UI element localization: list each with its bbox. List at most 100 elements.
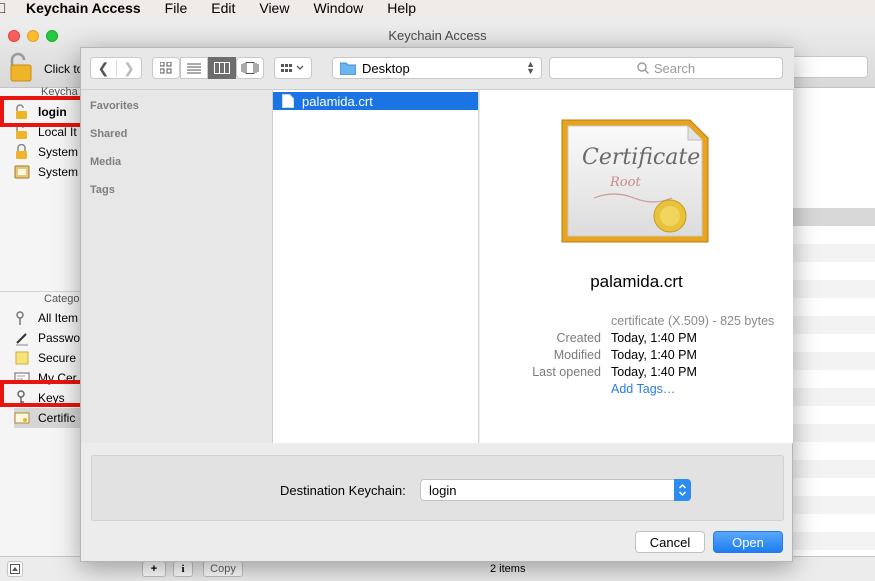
menu-app[interactable]: Keychain Access [10,0,153,16]
sidebar-section-favorites[interactable]: Favorites [90,100,139,112]
sidebar-item-label: System [38,145,79,159]
file-name: palamida.crt [302,93,373,109]
preview-filename: palamida.crt [590,272,683,291]
menu-bar:  Keychain Access File Edit View Window … [0,0,875,16]
show-hide-sidebar-button[interactable] [7,561,23,577]
menu-edit[interactable]: Edit [199,0,247,16]
item-count: 2 items [490,563,526,575]
preview-label: Modified [553,348,601,362]
menu-view[interactable]: View [247,0,301,16]
cabinet-icon [14,164,30,180]
arrange-button[interactable] [274,57,312,79]
search-icon [637,62,649,74]
destination-keychain-value: login [429,482,457,498]
sidebar-section-media[interactable]: Media [90,156,121,168]
add-item-button[interactable]: + [142,561,166,577]
window-title: Keychain Access [388,28,487,43]
document-icon [282,94,294,108]
destination-panel: Destination Keychain: login [91,455,784,521]
category-label: Passwo [38,331,81,345]
view-icons-button[interactable] [152,57,180,79]
preview-pane: Certificate Root palamida.crt certificat… [480,90,793,443]
location-popup[interactable]: Desktop ▲ ▼ [332,57,542,79]
keychain-sidebar: Keycha login Local It System System Cate… [0,86,84,568]
category-passwords[interactable]: Passwo [14,328,84,348]
updown-chevron-icon [674,479,691,501]
add-tags-link[interactable]: Add Tags… [611,382,675,396]
list-row [793,460,875,478]
dialog-toolbar: ❮ ❯ Desktop ▲ ▼ Search [81,48,794,90]
column-view-icon [214,62,230,74]
list-row [793,316,875,334]
apple-menu-icon[interactable]:  [0,0,10,16]
note-icon [14,350,30,366]
sidebar-item-label: System [38,165,79,179]
cert-title-text: Certificate [582,145,700,170]
list-row [793,280,875,298]
locked-padlock-icon [14,143,30,160]
location-label: Desktop [362,60,410,76]
sidebar-divider [0,291,82,292]
list-row [793,496,875,514]
file-column: palamida.crt [273,90,479,443]
folder-icon [340,62,356,75]
arrange-grid-icon [281,64,304,72]
highlight-certificates [0,380,84,407]
back-icon[interactable]: ❮ [91,60,116,77]
menu-window[interactable]: Window [301,0,375,16]
category-label: All Item [38,311,79,325]
keys-icon [14,310,30,326]
menu-file[interactable]: File [153,0,200,16]
file-row-selected[interactable]: palamida.crt [273,92,478,110]
category-label: Certific [38,411,76,425]
get-info-button[interactable]: i [173,561,193,577]
updown-chevron-icon: ▲ ▼ [526,59,535,76]
view-coverflow-button[interactable] [236,57,264,79]
list-header [793,208,875,226]
category-all-items[interactable]: All Item [14,308,84,328]
open-button[interactable]: Open [713,531,783,553]
copy-button[interactable]: Copy [203,561,243,577]
preview-label: Last opened [532,365,601,379]
import-dialog: ❮ ❯ Desktop ▲ ▼ Search Favorites Shared … [80,47,794,562]
list-row [793,352,875,370]
sidebar-section-shared[interactable]: Shared [90,128,127,140]
sidebar-section-tags[interactable]: Tags [90,184,115,196]
preview-value: Today, 1:40 PM [611,331,697,345]
list-row [793,532,875,550]
destination-keychain-label: Destination Keychain: [280,483,406,498]
click-to-lock-label: Click to [44,62,84,76]
category-secure-notes[interactable]: Secure [14,348,84,368]
list-row [793,388,875,406]
icon-view-icon [160,62,172,74]
view-columns-button[interactable] [208,57,236,79]
sidebar-item-label: Local It [38,125,77,139]
category-label: Secure [38,351,77,365]
lock-toggle-icon[interactable] [8,52,34,85]
preview-kind: certificate (X.509) - 825 bytes [611,314,775,328]
menu-help[interactable]: Help [375,0,428,16]
sidebar-item-system-roots[interactable]: System [14,162,84,182]
background-search-field[interactable] [790,56,868,78]
cancel-button[interactable]: Cancel [635,531,705,553]
view-list-button[interactable] [180,57,208,79]
list-row [793,244,875,262]
certificate-preview-icon: Certificate Root [560,116,712,247]
highlight-login [0,96,84,127]
list-view-icon [187,63,201,73]
sidebar-toggle-icon [10,564,20,574]
search-field[interactable]: Search [549,57,783,79]
back-forward-buttons[interactable]: ❮ ❯ [90,57,142,79]
preview-label: Created [556,331,601,345]
certificate-icon [14,410,30,426]
category-header: Catego [44,293,80,305]
pencil-icon [14,330,30,346]
list-row [793,424,875,442]
forward-icon[interactable]: ❯ [115,59,141,77]
preview-value: Today, 1:40 PM [611,348,697,362]
category-certificates[interactable]: Certific [14,408,84,428]
sidebar-item-system[interactable]: System [14,142,84,162]
search-placeholder: Search [653,60,696,76]
cert-subtitle-text: Root [609,175,641,190]
destination-keychain-popup[interactable]: login [420,479,691,501]
